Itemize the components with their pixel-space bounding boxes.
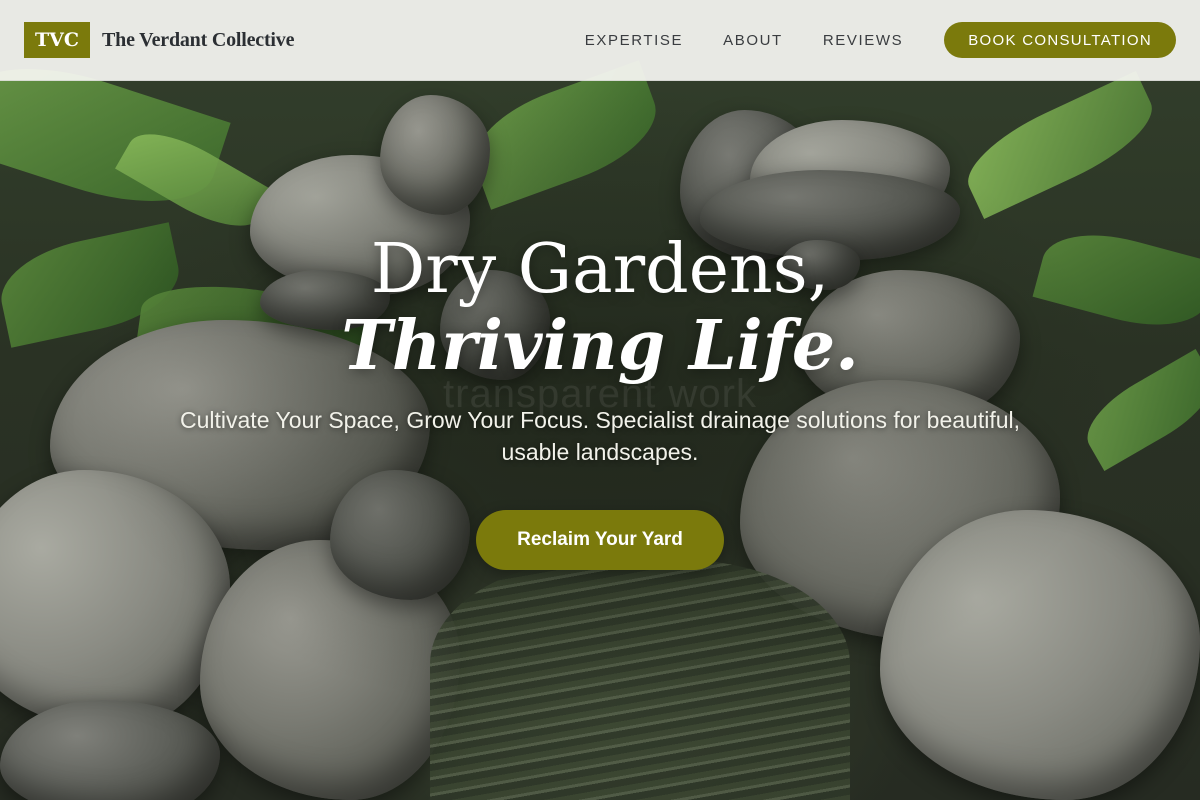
nav-link-reviews[interactable]: REVIEWS [823,32,903,49]
reclaim-yard-button[interactable]: Reclaim Your Yard [476,510,724,570]
logo-badge[interactable]: TVC [24,22,90,58]
nav-link-expertise[interactable]: EXPERTISE [585,32,683,49]
site-header: TVC The Verdant Collective EXPERTISE ABO… [0,0,1200,81]
book-consultation-button[interactable]: BOOK CONSULTATION [944,22,1176,58]
hero-headline-line2: Thriving Life. [341,306,859,386]
main-nav: EXPERTISE ABOUT REVIEWS [585,32,903,49]
hero-content: Dry Gardens, Thriving Life. Cultivate Yo… [0,230,1200,570]
nav-link-about[interactable]: ABOUT [723,32,783,49]
brand-name[interactable]: The Verdant Collective [102,29,294,52]
hero-headline-line1: Dry Gardens, [370,230,830,309]
hero-subtext: Cultivate Your Space, Grow Your Focus. S… [180,407,1020,465]
